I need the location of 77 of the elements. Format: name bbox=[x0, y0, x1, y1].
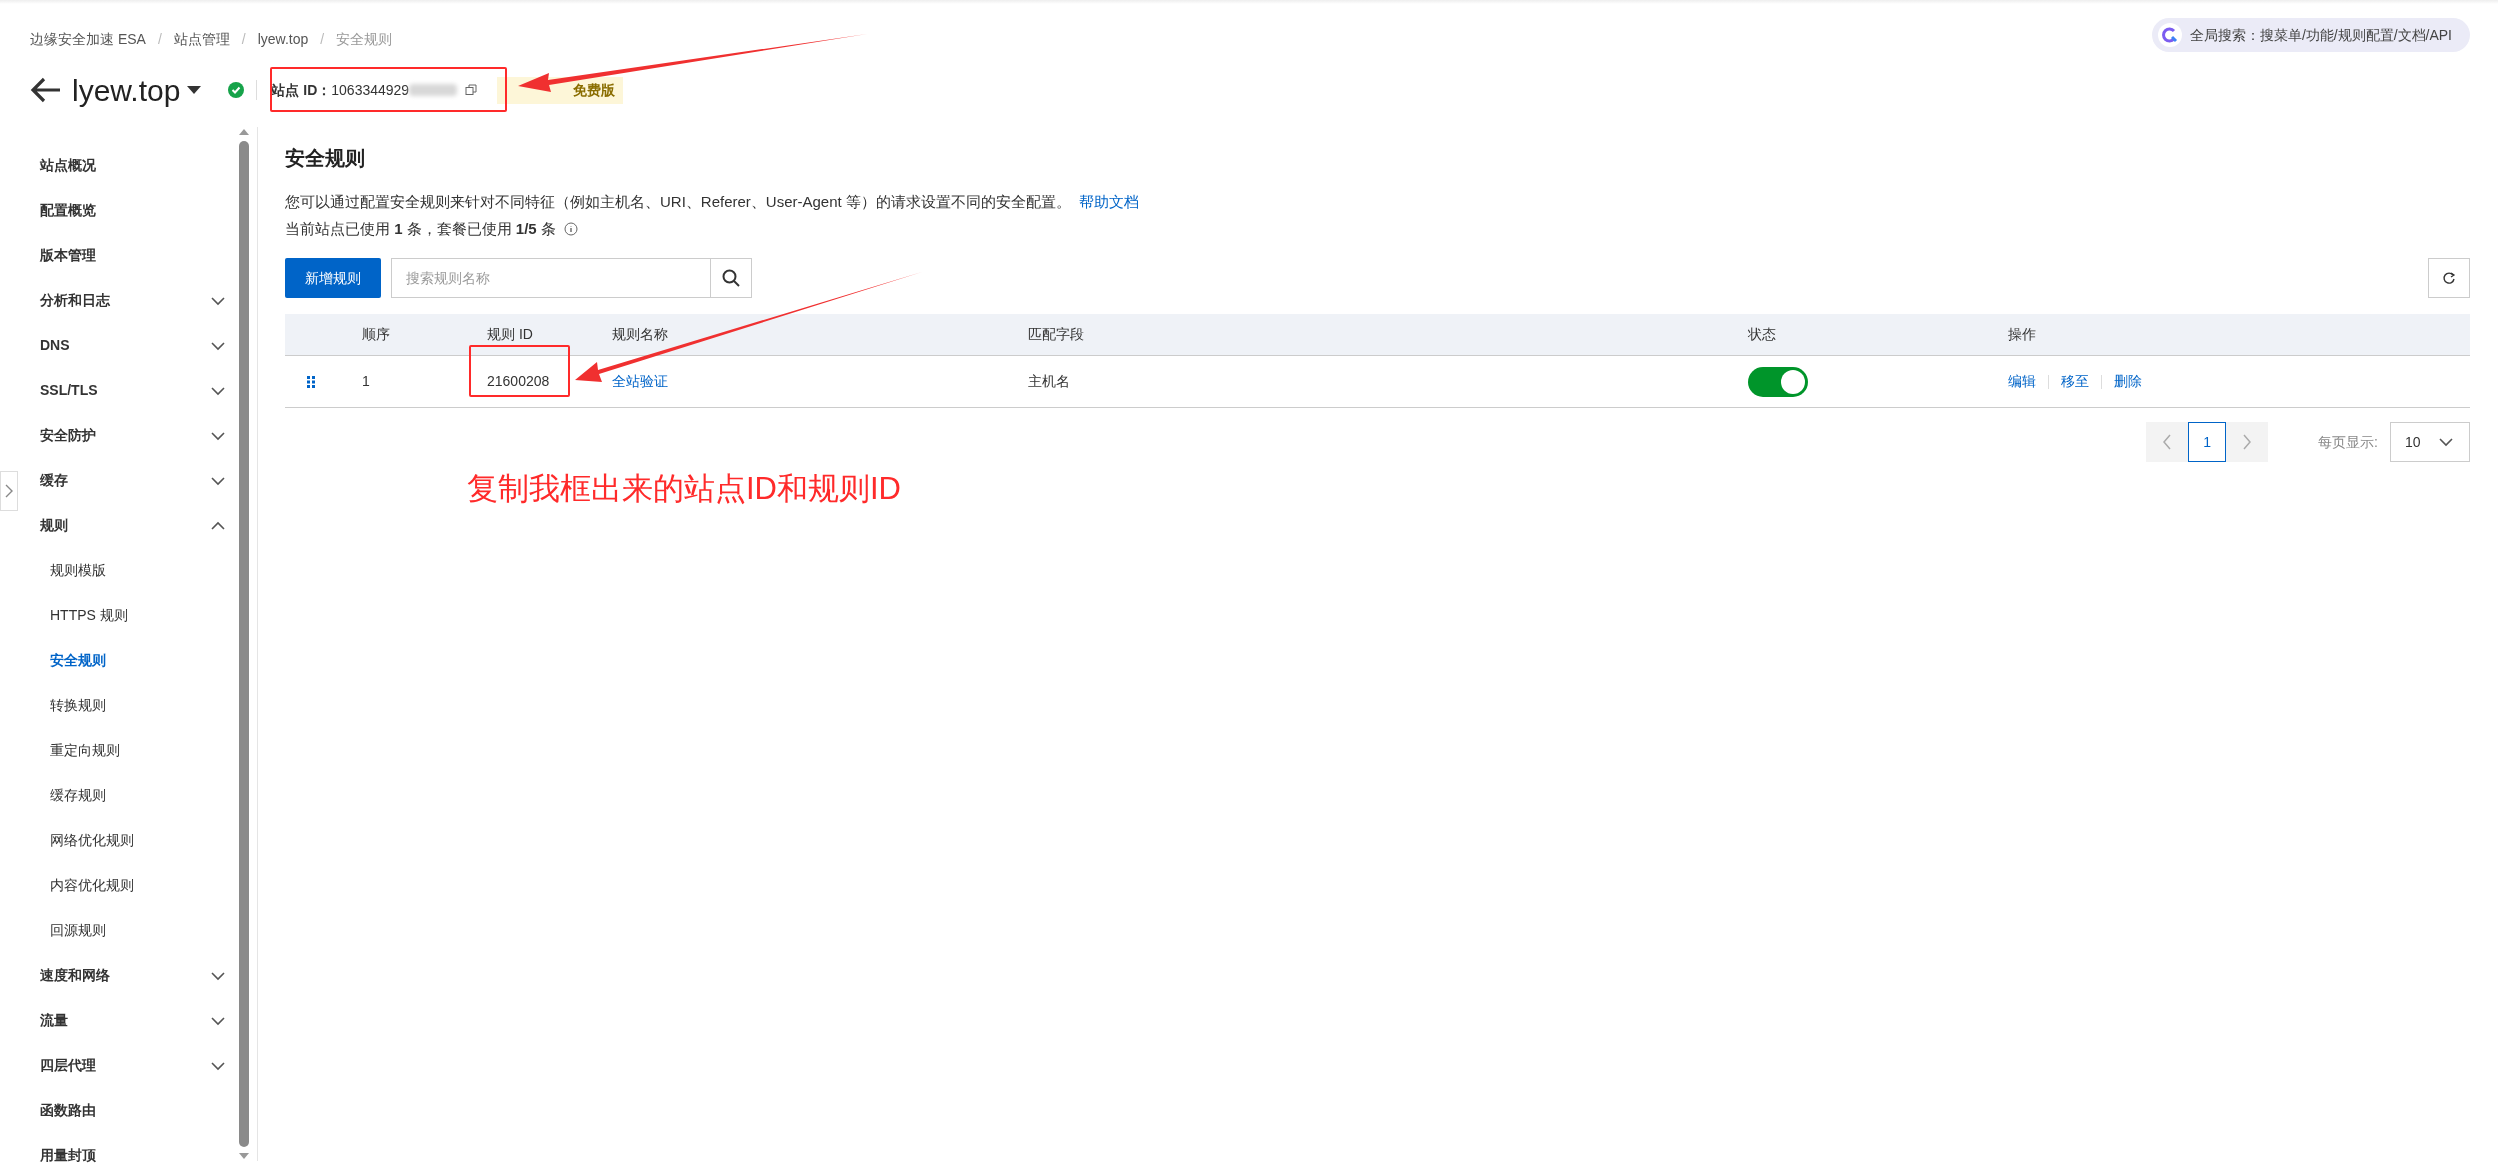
scroll-up-icon[interactable] bbox=[238, 127, 250, 137]
sidebar-item[interactable]: 四层代理 bbox=[40, 1043, 237, 1088]
sidebar-item[interactable]: DNS bbox=[40, 323, 237, 368]
column-header: 规则 ID bbox=[487, 326, 533, 342]
rule-name-link[interactable]: 全站验证 bbox=[612, 373, 668, 389]
status-toggle[interactable] bbox=[1748, 366, 1808, 397]
annotation-text: 复制我框出来的站点ID和规则ID bbox=[467, 470, 902, 508]
sidebar-subitem[interactable]: 网络优化规则 bbox=[40, 818, 237, 863]
site-name[interactable]: lyew.top bbox=[72, 67, 181, 113]
caret-down-icon[interactable] bbox=[186, 85, 203, 95]
copy-icon[interactable] bbox=[465, 84, 478, 96]
sidebar-subitem[interactable]: 转换规则 bbox=[40, 683, 237, 728]
site-id: 1063344929 bbox=[331, 80, 410, 100]
table-cell: 1 bbox=[362, 373, 370, 389]
breadcrumb-separator: / bbox=[241, 29, 246, 49]
chevron-left-icon bbox=[2162, 434, 2173, 450]
column-header: 状态 bbox=[1748, 326, 1776, 342]
column-header: 匹配字段 bbox=[1028, 326, 1084, 342]
collapse-sidebar-handle[interactable] bbox=[0, 471, 18, 511]
sidebar-item[interactable]: 分析和日志 bbox=[40, 278, 237, 323]
usage-text: 当前站点已使用 1 条，套餐已使用 1/5 条 bbox=[285, 218, 556, 239]
breadcrumb-item: 安全规则 bbox=[336, 29, 393, 49]
page-title: 安全规则 bbox=[285, 146, 366, 171]
sidebar-item[interactable]: 规则 bbox=[40, 503, 237, 548]
column-header: 顺序 bbox=[362, 326, 390, 342]
sidebar-subitem[interactable]: 安全规则 bbox=[40, 638, 237, 683]
page-size-label: 每页显示: bbox=[2318, 432, 2378, 452]
sidebar-item[interactable]: 速度和网络 bbox=[40, 953, 237, 998]
page-button[interactable]: 1 bbox=[2188, 422, 2227, 462]
refresh-icon bbox=[2442, 271, 2456, 285]
drag-handle-icon[interactable] bbox=[307, 375, 315, 388]
table-cell: 主机名 bbox=[1028, 373, 1070, 389]
search-logo-icon bbox=[2157, 23, 2182, 47]
sidebar-item[interactable]: 流量 bbox=[40, 998, 237, 1043]
sidebar-item[interactable]: 用量封顶 bbox=[40, 1133, 237, 1175]
blurred-text bbox=[409, 84, 458, 96]
sidebar-item[interactable]: 函数路由 bbox=[40, 1088, 237, 1133]
breadcrumb-item[interactable]: 边缘安全加速 ESA bbox=[30, 28, 146, 50]
scrollbar[interactable] bbox=[237, 127, 251, 1161]
sidebar-item[interactable]: 缓存 bbox=[40, 458, 237, 503]
info-icon[interactable] bbox=[563, 221, 578, 236]
refresh-button[interactable] bbox=[2428, 258, 2470, 298]
sidebar-item[interactable]: 站点概况 bbox=[40, 143, 237, 188]
sidebar-subitem[interactable]: 内容优化规则 bbox=[40, 863, 237, 908]
sidebar-item[interactable]: 配置概览 bbox=[40, 188, 237, 233]
previous-page-button[interactable] bbox=[2146, 422, 2189, 462]
sidebar-item[interactable]: SSL/TLS bbox=[40, 368, 237, 413]
chevron-right-icon bbox=[2242, 434, 2253, 450]
search-field[interactable]: 搜索规则名称 bbox=[391, 258, 711, 298]
sidebar-subitem[interactable]: 重定向规则 bbox=[40, 728, 237, 773]
back-arrow-icon[interactable] bbox=[30, 76, 62, 104]
scroll-down-icon[interactable] bbox=[238, 1151, 250, 1161]
column-header: 操作 bbox=[2008, 326, 2036, 342]
sidebar-item[interactable]: 版本管理 bbox=[40, 233, 237, 278]
breadcrumb-item[interactable]: lyew.top bbox=[257, 28, 309, 50]
global-search-field[interactable]: 全局搜索：搜菜单/功能/规则配置/文档/API bbox=[2151, 18, 2470, 52]
breadcrumb-separator: / bbox=[320, 29, 325, 49]
description: 您可以通过配置安全规则来针对不同特征（例如主机名、URI、Referer、User-Agent 等）的请求设置不同的安全配置。 bbox=[285, 193, 1071, 210]
help-link[interactable]: 帮助文档 bbox=[1078, 193, 1139, 210]
sidebar-item[interactable]: 安全防护 bbox=[40, 413, 237, 458]
sidebar-subitem[interactable]: HTTPS 规则 bbox=[40, 593, 237, 638]
sidebar-subitem[interactable]: 规则模版 bbox=[40, 548, 237, 593]
search-icon bbox=[722, 269, 740, 287]
search-button[interactable] bbox=[711, 258, 752, 298]
breadcrumb-item[interactable]: 站点管理 bbox=[173, 28, 230, 50]
breadcrumb-separator: / bbox=[157, 29, 162, 49]
sidebar-subitem[interactable]: 缓存规则 bbox=[40, 773, 237, 818]
add-rule-button[interactable]: 新增规则 bbox=[285, 258, 381, 298]
column-header: 规则名称 bbox=[612, 326, 668, 342]
check-circle-icon bbox=[228, 82, 245, 98]
sidebar-subitem[interactable]: 回源规则 bbox=[40, 908, 237, 953]
action-link[interactable]: 移至 bbox=[2061, 371, 2089, 392]
action-link[interactable]: 删除 bbox=[2114, 371, 2142, 392]
page-size-select[interactable]: 10 bbox=[2390, 422, 2470, 462]
chevron-right-icon bbox=[5, 484, 13, 498]
action-link[interactable]: 编辑 bbox=[2008, 371, 2036, 392]
table-cell: 21600208 bbox=[487, 373, 550, 389]
